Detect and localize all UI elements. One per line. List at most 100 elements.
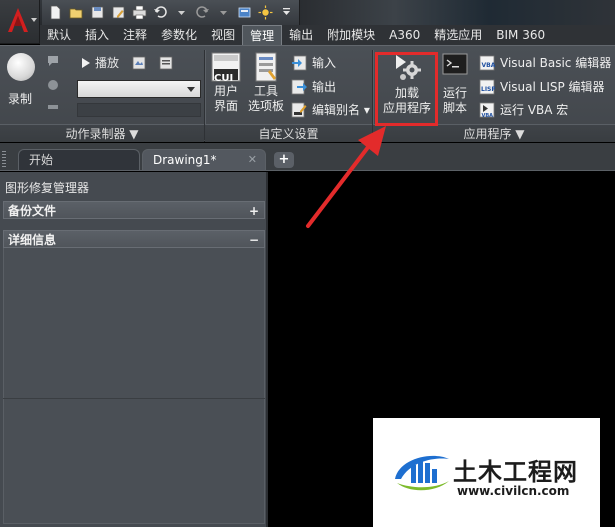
edit-aliases-label: 编辑别名 ▾: [312, 103, 370, 117]
quick-access-toolbar: [42, 0, 300, 25]
details-content-area: [3, 248, 265, 524]
applications-panel-title[interactable]: 应用程序 ▼: [373, 124, 615, 142]
palette-divider: [3, 398, 265, 399]
file-tab-drawing1[interactable]: Drawing1* ✕: [142, 149, 266, 170]
ribbon-tabs: 默认 插入 注释 参数化 视图 管理 输出 附加模块 A360 精选应用 BIM 360: [40, 25, 615, 45]
play-button-label: 播放: [95, 56, 120, 70]
user-interface-button[interactable]: CUI 用户 界面: [208, 52, 244, 114]
run-vba-macro-label: 运行 VBA 宏: [500, 103, 569, 117]
undo-dropdown-icon[interactable]: [172, 4, 190, 22]
autocad-logo-icon: [8, 8, 28, 32]
grip-handle[interactable]: [2, 151, 6, 169]
svg-text:VBA: VBA: [482, 62, 496, 69]
import-label: 输入: [312, 56, 337, 70]
manage-recordings-icon[interactable]: [159, 56, 173, 70]
visual-basic-editor-button[interactable]: VBA Visual Basic 编辑器: [479, 54, 611, 71]
visual-lisp-editor-label: Visual LISP 编辑器: [500, 80, 605, 94]
record-icon[interactable]: [7, 53, 35, 81]
application-menu-button[interactable]: [0, 0, 40, 44]
run-script-icon: [442, 53, 468, 75]
watermark: 土木工程网 www.civilcn.com: [373, 418, 600, 527]
action-recorder-panel-title[interactable]: 动作录制器 ▼: [0, 124, 204, 142]
watermark-site-name: 土木工程网: [453, 458, 578, 486]
title-bar-background: [300, 0, 615, 25]
edit-aliases-button[interactable]: 编辑别名 ▾: [291, 101, 370, 118]
run-script-button[interactable]: 运行 脚本: [439, 52, 471, 116]
ribbon-tab[interactable]: 管理: [242, 25, 283, 45]
svg-text:LISP: LISP: [481, 86, 495, 93]
import-button[interactable]: 输入: [291, 54, 336, 71]
insert-message-icon: [48, 105, 58, 109]
visual-lisp-editor-button[interactable]: LISP Visual LISP 编辑器: [479, 78, 605, 95]
expand-icon[interactable]: +: [249, 202, 259, 220]
section-label: 详细信息: [8, 233, 57, 247]
tool-palettes-label-line1: 工具: [253, 84, 278, 98]
action-tree-area: [77, 103, 201, 117]
watermark-site-url: www.civilcn.com: [457, 484, 570, 498]
run-vba-macro-button[interactable]: VBA 运行 VBA 宏: [479, 101, 568, 118]
chevron-down-icon: [31, 18, 37, 22]
run-script-label-line1: 运行: [442, 86, 467, 100]
drawing-recovery-manager-palette: 图形修复管理器 备份文件 + 详细信息 −: [0, 172, 268, 527]
visual-basic-editor-label: Visual Basic 编辑器: [500, 56, 612, 70]
svg-text:VBA: VBA: [482, 113, 494, 118]
export-button[interactable]: 输出: [291, 78, 336, 95]
annotation-arrow-icon: [306, 126, 386, 228]
user-interface-label-line2: 界面: [213, 99, 238, 113]
ribbon-tab[interactable]: 输出: [282, 25, 320, 45]
action-macro-dropdown[interactable]: [77, 80, 201, 98]
ribbon-tab[interactable]: 精选应用: [427, 25, 489, 45]
run-script-label-line2: 脚本: [442, 101, 467, 115]
export-label: 输出: [312, 80, 337, 94]
open-icon[interactable]: [67, 4, 85, 22]
plot-icon[interactable]: [130, 4, 148, 22]
preferences-icon[interactable]: [132, 56, 146, 70]
backup-files-section-header[interactable]: 备份文件 +: [3, 201, 265, 219]
play-icon: [82, 57, 90, 68]
user-message-icon: [48, 80, 58, 90]
run-vba-macro-icon: VBA: [479, 102, 495, 118]
lisp-editor-icon: LISP: [479, 79, 495, 94]
ribbon-tab[interactable]: 参数化: [154, 25, 204, 45]
new-file-icon[interactable]: [46, 4, 64, 22]
more-icon[interactable]: [277, 4, 295, 22]
file-tab-label: Drawing1*: [153, 153, 217, 167]
tool-palettes-icon: [255, 52, 277, 82]
ribbon-tab[interactable]: BIM 360: [489, 25, 552, 45]
ribbon-tab[interactable]: A360: [382, 25, 427, 45]
import-cui-icon: [292, 55, 307, 70]
chevron-down-icon: [187, 87, 195, 92]
undo-icon[interactable]: [151, 4, 169, 22]
user-interface-label-line1: 用户: [213, 84, 238, 98]
edit-aliases-icon: [291, 102, 307, 117]
redo-icon[interactable]: [193, 4, 211, 22]
tool-palettes-button[interactable]: 工具 选项板: [246, 52, 286, 114]
load-application-highlight-box: [375, 52, 438, 126]
tool-palettes-label-line2: 选项板: [247, 99, 284, 113]
section-label: 备份文件: [8, 204, 57, 218]
redo-dropdown-icon[interactable]: [214, 4, 232, 22]
watermark-logo-icon: [395, 455, 449, 491]
save-icon[interactable]: [88, 4, 106, 22]
workspace-icon[interactable]: [235, 4, 253, 22]
palette-title: 图形修复管理器: [5, 181, 90, 195]
cui-badge-text: CUI: [214, 73, 234, 84]
ribbon-tab[interactable]: 默认: [40, 25, 78, 45]
export-cui-icon: [291, 79, 307, 94]
close-icon[interactable]: ✕: [248, 150, 257, 170]
file-tab-label: 开始: [29, 153, 54, 167]
ribbon-tab[interactable]: 视图: [204, 25, 242, 45]
ribbon-tab[interactable]: 插入: [78, 25, 116, 45]
details-section-header[interactable]: 详细信息 −: [3, 230, 265, 248]
record-button-label[interactable]: 录制: [8, 90, 32, 107]
ribbon-tab[interactable]: 注释: [116, 25, 154, 45]
vba-editor-icon: VBA: [479, 55, 496, 70]
play-button[interactable]: 播放: [82, 54, 173, 71]
save-as-icon[interactable]: [109, 4, 127, 22]
comment-icon: [48, 56, 58, 66]
new-tab-button[interactable]: +: [274, 152, 294, 168]
ribbon-tab[interactable]: 附加模块: [320, 25, 382, 45]
collapse-icon[interactable]: −: [249, 231, 259, 249]
sun-icon[interactable]: [256, 4, 274, 22]
file-tab-start[interactable]: 开始: [18, 149, 140, 170]
